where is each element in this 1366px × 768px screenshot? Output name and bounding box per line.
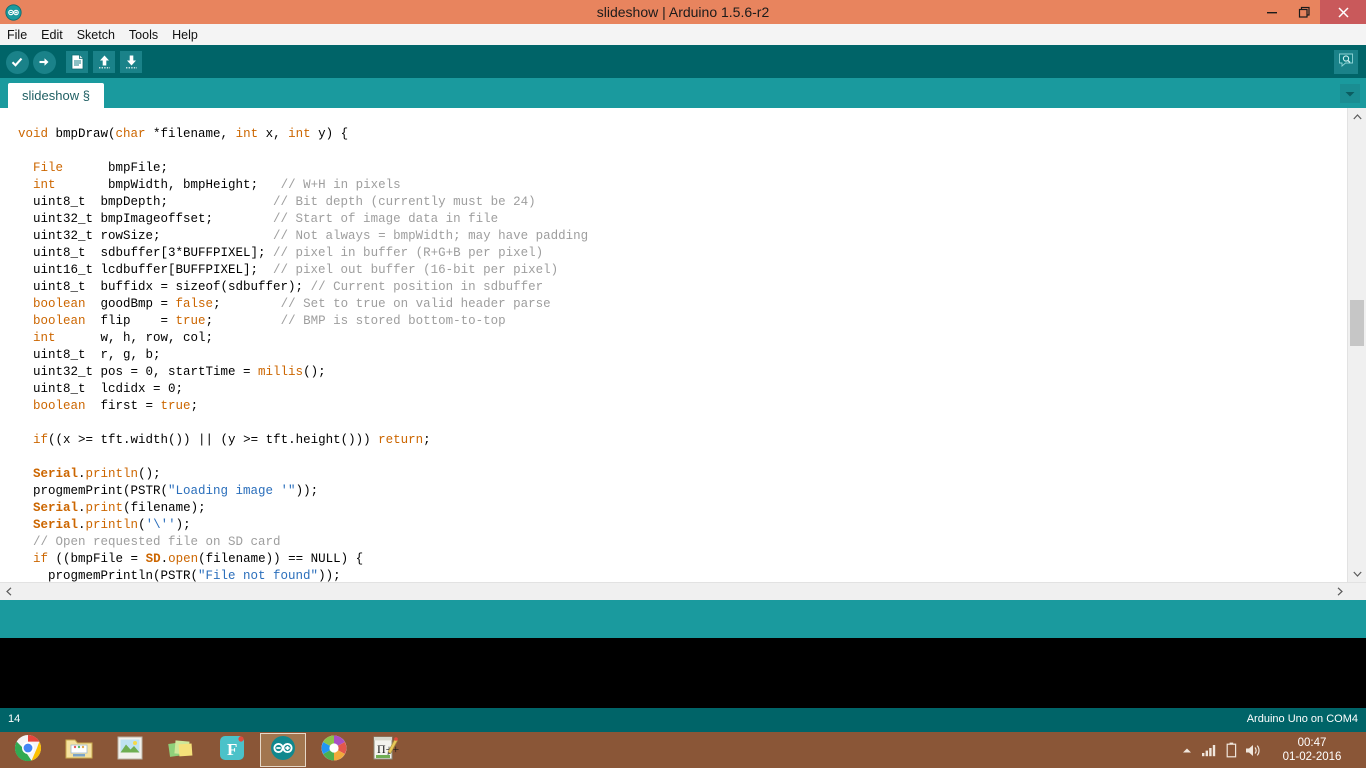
- scroll-left-button[interactable]: [0, 583, 17, 600]
- taskbar-f-app[interactable]: F: [209, 733, 255, 767]
- arrow-down-icon: [120, 51, 142, 73]
- code-line: Serial.println('\'');: [33, 518, 191, 532]
- check-icon: [5, 50, 29, 74]
- menu-file[interactable]: File: [0, 25, 34, 45]
- sticky-notes-icon: [166, 735, 196, 766]
- window-title: slideshow | Arduino 1.5.6-r2: [596, 4, 770, 20]
- menu-sketch[interactable]: Sketch: [70, 25, 122, 45]
- code-line: uint8_t r, g, b;: [18, 348, 161, 362]
- magnifier-bubble-icon: [1338, 52, 1354, 73]
- window-controls: [1256, 0, 1366, 24]
- status-message-area: [0, 600, 1366, 638]
- code-line: uint32_t bmpImageoffset; // Start of ima…: [18, 212, 499, 226]
- code-line: Serial.print(filename);: [33, 501, 206, 515]
- code-editor[interactable]: void bmpDraw(char *filename, int x, int …: [0, 108, 1366, 600]
- scroll-right-button[interactable]: [1331, 583, 1348, 600]
- code-line: // Open requested file on SD card: [33, 535, 281, 549]
- taskbar: F Π++ 00:47 01-02-2016: [0, 732, 1366, 768]
- code-line: if ((bmpFile = SD.open(filename)) == NUL…: [33, 552, 364, 566]
- open-button[interactable]: [92, 50, 116, 74]
- code-line: progmemPrint(PSTR("Loading image '"));: [18, 484, 319, 498]
- code-line: int bmpWidth, bmpHeight; // W+H in pixel…: [33, 178, 401, 192]
- code-line: progmemPrintln(PSTR("File not found"));: [18, 569, 341, 583]
- code-line: boolean flip = true; // BMP is stored bo…: [33, 314, 506, 328]
- menu-help[interactable]: Help: [165, 25, 205, 45]
- taskbar-notepadpp[interactable]: Π++: [362, 733, 408, 767]
- tab-slideshow[interactable]: slideshow §: [8, 83, 104, 108]
- folder-icon: [64, 735, 94, 766]
- menu-edit[interactable]: Edit: [34, 25, 70, 45]
- code-line: boolean first = true;: [33, 399, 199, 413]
- code-line: uint8_t bmpDepth; // Bit depth (currentl…: [18, 195, 536, 209]
- photo-icon: [116, 735, 144, 766]
- taskbar-arduino[interactable]: [260, 733, 306, 767]
- close-button[interactable]: [1320, 0, 1366, 24]
- desktop: slideshow | Arduino 1.5.6-r2 File Edit S…: [0, 0, 1366, 768]
- arduino-infinity-icon: [268, 733, 298, 768]
- code-line: uint32_t rowSize; // Not always = bmpWid…: [18, 229, 589, 243]
- editor-statusbar: 14 Arduino Uno on COM4: [0, 708, 1366, 732]
- code-line: uint32_t pos = 0, startTime = millis();: [18, 365, 326, 379]
- serial-monitor-button[interactable]: [1334, 50, 1358, 74]
- scroll-down-button[interactable]: [1348, 565, 1366, 583]
- f-app-icon: F: [218, 734, 246, 767]
- vertical-scroll-thumb[interactable]: [1350, 300, 1364, 346]
- toolbar: [0, 45, 1366, 78]
- upload-button[interactable]: [32, 50, 56, 74]
- new-file-icon: [66, 51, 88, 73]
- board-port-indicator: Arduino Uno on COM4: [1246, 713, 1358, 725]
- scroll-up-button[interactable]: [1348, 108, 1366, 126]
- taskbar-sticky-notes[interactable]: [158, 733, 204, 767]
- editor-horizontal-scrollbar[interactable]: [0, 582, 1366, 600]
- menu-tools[interactable]: Tools: [122, 25, 165, 45]
- save-button[interactable]: [119, 50, 143, 74]
- svg-text:F: F: [227, 740, 237, 759]
- verify-button[interactable]: [5, 50, 29, 74]
- window-titlebar: slideshow | Arduino 1.5.6-r2: [0, 0, 1366, 24]
- new-button[interactable]: [65, 50, 89, 74]
- minimize-button[interactable]: [1256, 0, 1288, 24]
- maximize-button[interactable]: [1288, 0, 1320, 24]
- taskbar-photos[interactable]: [107, 733, 153, 767]
- code-line: uint8_t sdbuffer[3*BUFFPIXEL]; // pixel …: [18, 246, 544, 260]
- picasa-icon: [320, 734, 348, 767]
- taskbar-picasa[interactable]: [311, 733, 357, 767]
- code-line: uint16_t lcdbuffer[BUFFPIXEL]; // pixel …: [18, 263, 559, 277]
- tab-menu-button[interactable]: [1340, 84, 1360, 103]
- clock-time: 00:47: [1297, 737, 1327, 749]
- code-text[interactable]: void bmpDraw(char *filename, int x, int …: [0, 108, 1348, 583]
- code-line: uint8_t lcdidx = 0;: [18, 382, 184, 396]
- code-line: boolean goodBmp = false; // Set to true …: [33, 297, 551, 311]
- chevron-down-icon: [1344, 85, 1356, 103]
- system-tray: 00:47 01-02-2016: [1176, 732, 1366, 768]
- arrow-right-icon: [32, 50, 56, 74]
- line-number-indicator: 14: [8, 713, 21, 725]
- code-line: void bmpDraw(char *filename, int x, int …: [18, 127, 349, 141]
- taskbar-file-explorer[interactable]: [56, 733, 102, 767]
- clock-date: 01-02-2016: [1282, 751, 1342, 763]
- show-hidden-icons-button[interactable]: [1176, 732, 1198, 768]
- chrome-icon: [13, 733, 43, 768]
- arrow-up-icon: [93, 51, 115, 73]
- signal-bars-icon[interactable]: [1198, 732, 1220, 768]
- console-output: [0, 638, 1366, 708]
- battery-icon[interactable]: [1220, 732, 1242, 768]
- code-line: File bmpFile;: [33, 161, 169, 175]
- code-line: Serial.println();: [33, 467, 161, 481]
- editor-vertical-scrollbar[interactable]: [1347, 108, 1366, 583]
- taskbar-clock[interactable]: 00:47 01-02-2016: [1264, 736, 1366, 764]
- code-line: if((x >= tft.width()) || (y >= tft.heigh…: [33, 433, 431, 447]
- tabbar: slideshow §: [0, 78, 1366, 108]
- taskbar-chrome[interactable]: [5, 733, 51, 767]
- notepad-pencil-icon: Π++: [371, 734, 399, 767]
- code-line: int w, h, row, col;: [33, 331, 214, 345]
- code-line: uint8_t buffidx = sizeof(sdbuffer); // C…: [18, 280, 544, 294]
- menubar: File Edit Sketch Tools Help: [0, 24, 1366, 46]
- speaker-icon[interactable]: [1242, 732, 1264, 768]
